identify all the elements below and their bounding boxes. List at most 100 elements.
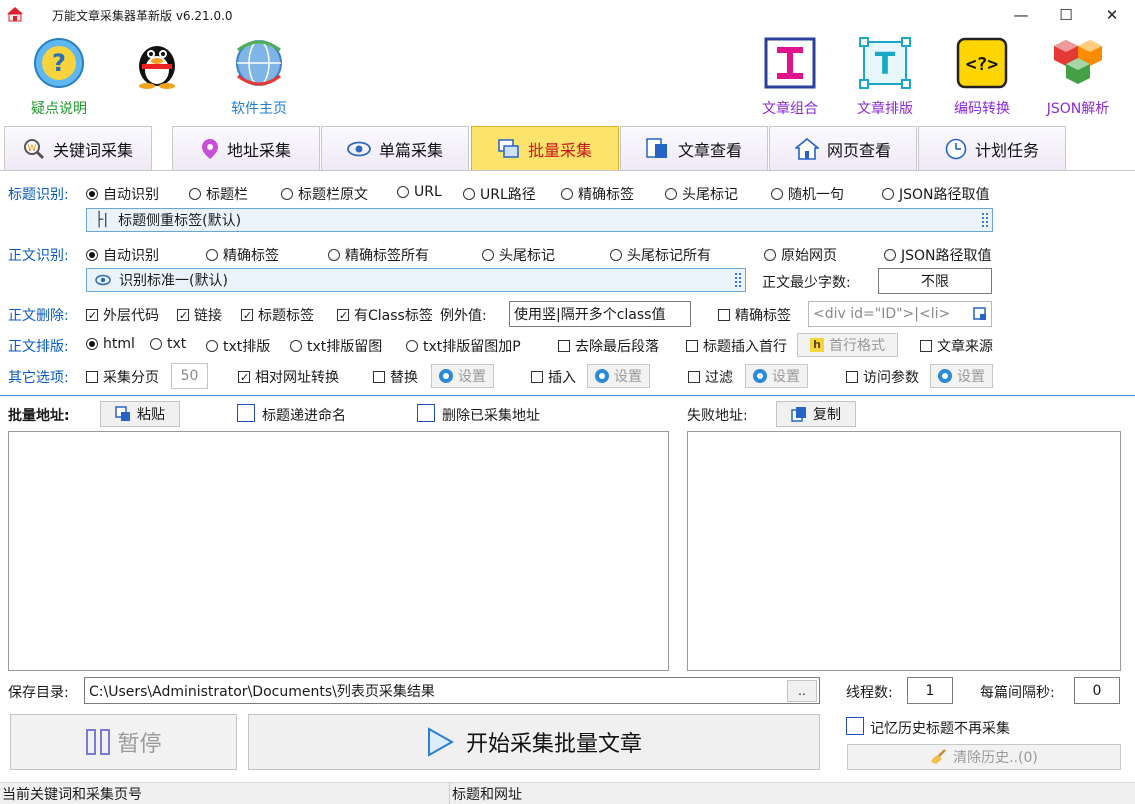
- browse-button[interactable]: ..: [787, 680, 817, 702]
- failed-address-textarea[interactable]: [687, 431, 1121, 671]
- checkbox[interactable]: [558, 340, 570, 352]
- access-params-option[interactable]: 访问参数: [846, 367, 919, 387]
- threads-input[interactable]: 1: [907, 677, 953, 704]
- checkbox[interactable]: [688, 371, 700, 383]
- close-icon[interactable]: ✕: [1089, 0, 1135, 30]
- checkbox[interactable]: [86, 309, 98, 321]
- radio-button[interactable]: [665, 188, 677, 200]
- title-option-json[interactable]: JSON路径取值: [882, 184, 990, 204]
- checkbox[interactable]: [718, 309, 730, 321]
- delete-outer-code[interactable]: 外层代码: [86, 305, 159, 325]
- checkbox[interactable]: [531, 371, 543, 383]
- title-increment-checkbox[interactable]: [237, 404, 255, 422]
- article-combine-tool[interactable]: 文章组合: [745, 36, 835, 118]
- tab-single[interactable]: 单篇采集: [321, 126, 469, 170]
- radio-button[interactable]: [482, 249, 494, 261]
- delete-class-tags[interactable]: 有Class标签: [337, 305, 433, 325]
- tab-page-view[interactable]: 网页查看: [769, 126, 917, 170]
- checkbox[interactable]: [373, 371, 385, 383]
- radio-button[interactable]: [206, 249, 218, 261]
- body-option-json[interactable]: JSON路径取值: [884, 245, 992, 265]
- checkbox[interactable]: [86, 371, 98, 383]
- radio-button[interactable]: [397, 186, 409, 198]
- maximize-icon[interactable]: ☐: [1043, 0, 1089, 30]
- radio-button[interactable]: [406, 340, 418, 352]
- delete-precise-tag[interactable]: 精确标签: [718, 305, 791, 325]
- radio-button[interactable]: [86, 249, 98, 261]
- format-txt-layout-img-p[interactable]: txt排版留图加P: [406, 336, 521, 356]
- delete-links[interactable]: 链接: [177, 305, 222, 325]
- radio-button[interactable]: [86, 188, 98, 200]
- homepage-tool[interactable]: 软件主页: [214, 36, 304, 118]
- minimize-icon[interactable]: —: [998, 0, 1044, 30]
- edit-icon[interactable]: [973, 307, 987, 321]
- body-option-head-tail[interactable]: 头尾标记: [482, 245, 555, 265]
- pause-button[interactable]: 暂停: [10, 714, 237, 770]
- collect-paging[interactable]: 采集分页: [86, 367, 159, 387]
- checkbox[interactable]: [846, 371, 858, 383]
- tab-article-view[interactable]: 文章查看: [620, 126, 768, 170]
- batch-address-textarea[interactable]: [8, 431, 669, 671]
- radio-button[interactable]: [189, 188, 201, 200]
- title-option-auto[interactable]: 自动识别: [86, 184, 159, 204]
- dropdown-handle-icon[interactable]: [735, 273, 741, 287]
- radio-button[interactable]: [882, 188, 894, 200]
- help-tool[interactable]: ? 疑点说明: [14, 36, 104, 118]
- checkbox[interactable]: [920, 340, 932, 352]
- format-txt-layout-img[interactable]: txt排版留图: [290, 336, 382, 356]
- title-option-precise-tag[interactable]: 精确标签: [561, 184, 634, 204]
- radio-button[interactable]: [86, 338, 98, 350]
- tab-address[interactable]: 地址采集: [172, 126, 320, 170]
- body-option-precise-tag[interactable]: 精确标签: [206, 245, 279, 265]
- insert-option[interactable]: 插入: [531, 367, 576, 387]
- relative-url-convert[interactable]: 相对网址转换: [238, 367, 339, 387]
- paste-button[interactable]: 粘贴: [100, 401, 180, 427]
- replace-option[interactable]: 替换: [373, 367, 418, 387]
- title-option-url[interactable]: URL: [397, 184, 442, 200]
- paging-count-input[interactable]: 50: [171, 363, 208, 389]
- radio-button[interactable]: [561, 188, 573, 200]
- format-html[interactable]: html: [86, 336, 135, 352]
- qq-tool[interactable]: [112, 36, 202, 94]
- radio-button[interactable]: [463, 188, 475, 200]
- delete-title-tags[interactable]: 标题标签: [241, 305, 314, 325]
- title-option-url-path[interactable]: URL路径: [463, 184, 536, 204]
- body-option-precise-tag-all[interactable]: 精确标签所有: [328, 245, 429, 265]
- dropdown-handle-icon[interactable]: [982, 213, 988, 227]
- radio-button[interactable]: [328, 249, 340, 261]
- tab-keyword[interactable]: W 关键词采集: [4, 126, 152, 170]
- params-settings-button[interactable]: 设置: [930, 364, 993, 388]
- radio-button[interactable]: [150, 338, 162, 350]
- tab-schedule[interactable]: 计划任务: [918, 126, 1066, 170]
- title-insert-first-line[interactable]: 标题插入首行: [686, 336, 787, 356]
- title-option-head-tail[interactable]: 头尾标记: [665, 184, 738, 204]
- radio-button[interactable]: [290, 340, 302, 352]
- encode-convert-tool[interactable]: <?> 编码转换: [937, 36, 1027, 118]
- insert-settings-button[interactable]: 设置: [587, 364, 650, 388]
- save-dir-input[interactable]: C:\Users\Administrator\Documents\列表页采集结果: [84, 677, 820, 704]
- checkbox[interactable]: [686, 340, 698, 352]
- checkbox[interactable]: [337, 309, 349, 321]
- body-option-head-tail-all[interactable]: 头尾标记所有: [610, 245, 711, 265]
- replace-settings-button[interactable]: 设置: [431, 364, 494, 388]
- radio-button[interactable]: [610, 249, 622, 261]
- tab-batch[interactable]: 批量采集: [471, 126, 619, 170]
- first-line-format-button[interactable]: h 首行格式: [797, 333, 898, 357]
- checkbox[interactable]: [241, 309, 253, 321]
- body-rule-select[interactable]: 识别标准一(默认): [86, 268, 746, 292]
- precise-tag-input[interactable]: <div id="ID">|<li>: [808, 301, 992, 327]
- title-option-titlebar-raw[interactable]: 标题栏原文: [281, 184, 368, 204]
- article-layout-tool[interactable]: T 文章排版: [840, 36, 930, 118]
- filter-settings-button[interactable]: 设置: [745, 364, 808, 388]
- checkbox[interactable]: [177, 309, 189, 321]
- json-parse-tool[interactable]: JSON解析: [1033, 36, 1123, 118]
- radio-button[interactable]: [206, 340, 218, 352]
- article-source[interactable]: 文章来源: [920, 336, 993, 356]
- format-txt[interactable]: txt: [150, 336, 186, 352]
- copy-button[interactable]: 复制: [776, 401, 856, 427]
- radio-button[interactable]: [281, 188, 293, 200]
- title-option-titlebar[interactable]: 标题栏: [189, 184, 248, 204]
- checkbox[interactable]: [238, 371, 250, 383]
- delete-collected-checkbox[interactable]: [417, 404, 435, 422]
- radio-button[interactable]: [764, 249, 776, 261]
